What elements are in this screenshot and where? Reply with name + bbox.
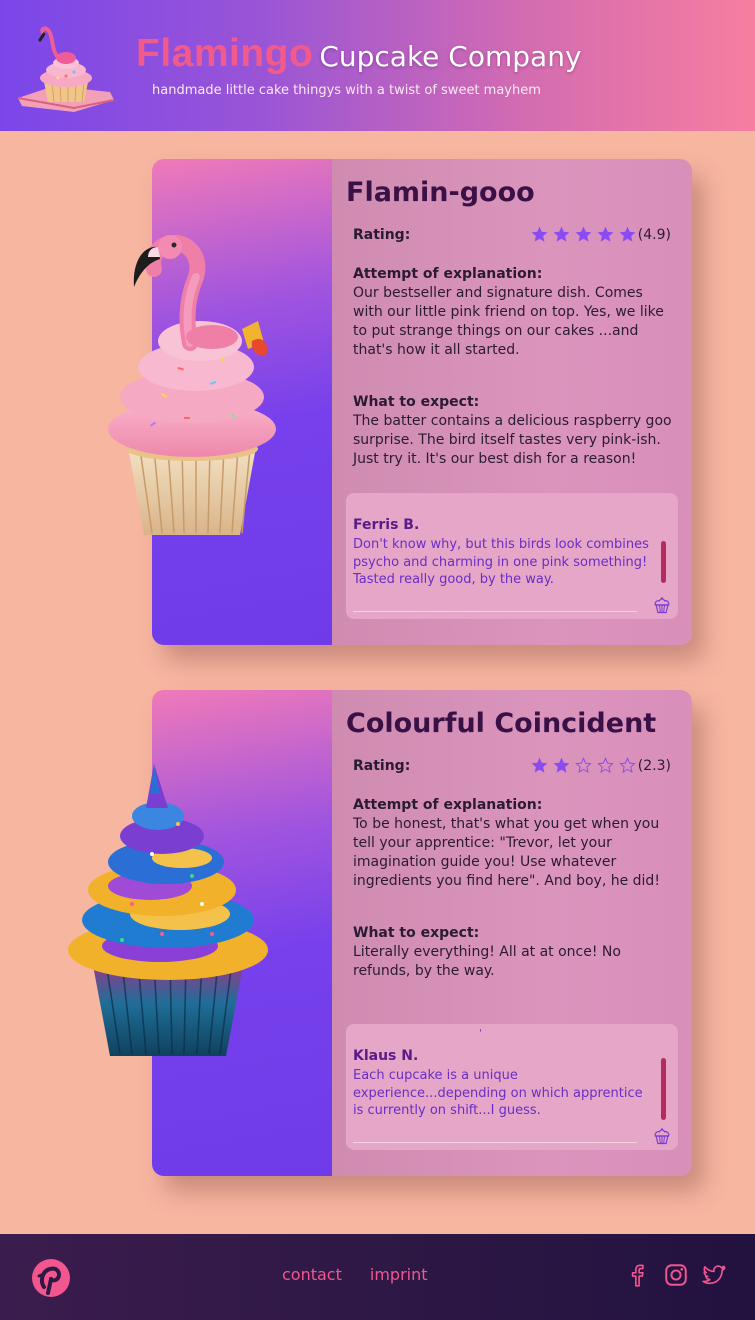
review-scrollbar[interactable] bbox=[661, 541, 666, 583]
star-filled-icon bbox=[575, 226, 592, 242]
review-text: Don't know why, but this birds look comb… bbox=[353, 537, 649, 587]
rating-row: Rating: (2.3) bbox=[353, 756, 671, 776]
cupcake-icon[interactable] bbox=[652, 1126, 672, 1146]
review-box[interactable]: ' Klaus N. Each cupcake is a unique expe… bbox=[346, 1024, 678, 1150]
rating-row: Rating: (4.9) bbox=[353, 225, 671, 245]
explanation-text: To be honest, that's what you get when y… bbox=[353, 816, 660, 889]
rating-stars[interactable] bbox=[530, 225, 637, 245]
product-title: Colourful Coincident bbox=[346, 708, 657, 739]
rating-value: (2.3) bbox=[637, 758, 671, 774]
star-filled-icon bbox=[531, 226, 548, 242]
review-divider bbox=[353, 611, 637, 612]
star-filled-icon bbox=[553, 226, 570, 242]
star-outline-icon bbox=[619, 757, 636, 773]
product-card: Colourful Coincident Rating: (2.3) Attem… bbox=[68, 690, 692, 1176]
star-outline-icon bbox=[597, 757, 614, 773]
instagram-icon[interactable] bbox=[663, 1262, 689, 1288]
brand-title: Flamingo Cupcake Company bbox=[136, 32, 582, 76]
star-outline-icon bbox=[575, 757, 592, 773]
tagline: handmade little cake thingys with a twis… bbox=[152, 83, 541, 98]
product-title: Flamin-gooo bbox=[346, 177, 535, 208]
star-filled-icon bbox=[553, 757, 570, 773]
rating-stars[interactable] bbox=[530, 756, 637, 776]
cupcake-icon[interactable] bbox=[652, 595, 672, 615]
expect-text: Literally everything! All at at once! No… bbox=[353, 944, 621, 979]
twitter-icon[interactable] bbox=[701, 1262, 727, 1288]
reviewer-name: Ferris B. bbox=[353, 517, 420, 533]
card-info-panel: Colourful Coincident Rating: (2.3) Attem… bbox=[332, 690, 692, 1176]
star-filled-icon bbox=[597, 226, 614, 242]
review-scrollbar[interactable] bbox=[661, 1058, 666, 1120]
contact-link[interactable]: contact bbox=[282, 1265, 342, 1284]
review-box[interactable]: Ferris B. Don't know why, but this birds… bbox=[346, 493, 678, 619]
footer-nav: contact imprint bbox=[282, 1265, 428, 1284]
star-filled-icon bbox=[531, 757, 548, 773]
flamingo-logo-icon[interactable] bbox=[30, 1257, 72, 1299]
rating-label: Rating: bbox=[353, 227, 411, 243]
expect-label: What to expect: bbox=[353, 394, 480, 410]
brand-name: Flamingo bbox=[136, 32, 314, 75]
flamingo-cupcake-logo[interactable] bbox=[14, 20, 120, 112]
rating-value: (4.9) bbox=[637, 227, 671, 243]
explanation-text: Our bestseller and signature dish. Comes… bbox=[353, 285, 664, 358]
expect-text: The batter contains a delicious raspberr… bbox=[353, 413, 672, 467]
flamingo-cupcake-image bbox=[108, 234, 276, 535]
imprint-link[interactable]: imprint bbox=[370, 1265, 428, 1284]
star-filled-icon bbox=[619, 226, 636, 242]
site-header: Flamingo Cupcake Company handmade little … bbox=[0, 0, 755, 131]
explanation-label: Attempt of explanation: bbox=[353, 797, 543, 813]
brand-subname: Cupcake Company bbox=[319, 40, 582, 73]
expect-label: What to expect: bbox=[353, 925, 480, 941]
review-indicator: ' bbox=[479, 1028, 482, 1039]
rating-label: Rating: bbox=[353, 758, 411, 774]
site-footer: contact imprint bbox=[0, 1234, 755, 1320]
product-card: Flamin-gooo Rating: (4.9) Attempt of exp… bbox=[108, 159, 692, 645]
facebook-icon[interactable] bbox=[625, 1262, 651, 1288]
explanation-label: Attempt of explanation: bbox=[353, 266, 543, 282]
colourful-cupcake-image bbox=[68, 764, 268, 1056]
review-divider bbox=[353, 1142, 637, 1143]
review-text: Each cupcake is a unique experience...de… bbox=[353, 1068, 643, 1118]
social-links bbox=[625, 1262, 727, 1288]
reviewer-name: Klaus N. bbox=[353, 1048, 419, 1064]
card-info-panel: Flamin-gooo Rating: (4.9) Attempt of exp… bbox=[332, 159, 692, 645]
